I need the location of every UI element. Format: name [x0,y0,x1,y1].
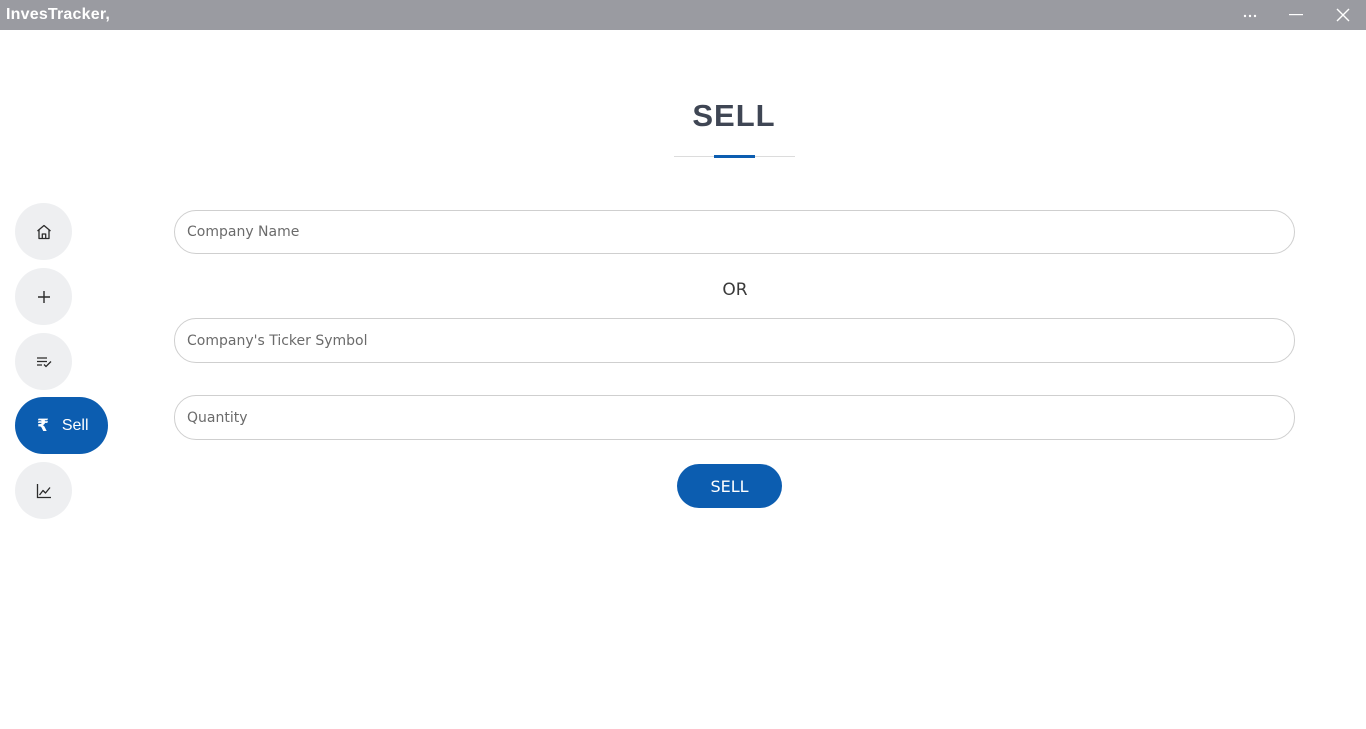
sidebar-item-chart[interactable] [15,462,72,519]
app-title: InvesTracker, [6,6,111,23]
sidebar-item-sell[interactable]: ₹ Sell [15,397,108,454]
or-label: OR [722,280,748,300]
rupee-icon: ₹ [37,415,49,436]
sell-button[interactable]: SELL [677,464,782,508]
plus-icon [37,290,50,303]
more-icon [1243,14,1257,18]
sidebar-item-add[interactable] [15,268,72,325]
more-options-button[interactable] [1227,0,1273,30]
sidebar-item-label: Sell [61,416,89,434]
sidebar-item-home[interactable] [15,203,72,260]
title-bar: InvesTracker, [0,0,1366,30]
close-icon [1336,8,1350,22]
minimize-button[interactable] [1273,0,1319,30]
minimize-icon [1289,14,1303,16]
line-chart-icon [36,483,51,498]
quantity-input[interactable] [174,395,1295,440]
page-title: SELL [692,98,776,133]
company-name-input[interactable] [174,210,1295,254]
ticker-symbol-input[interactable] [174,318,1295,363]
close-button[interactable] [1320,0,1366,30]
checklist-icon [36,356,51,367]
sidebar-item-list[interactable] [15,333,72,390]
title-accent-bar [714,155,755,158]
home-icon [36,224,51,239]
